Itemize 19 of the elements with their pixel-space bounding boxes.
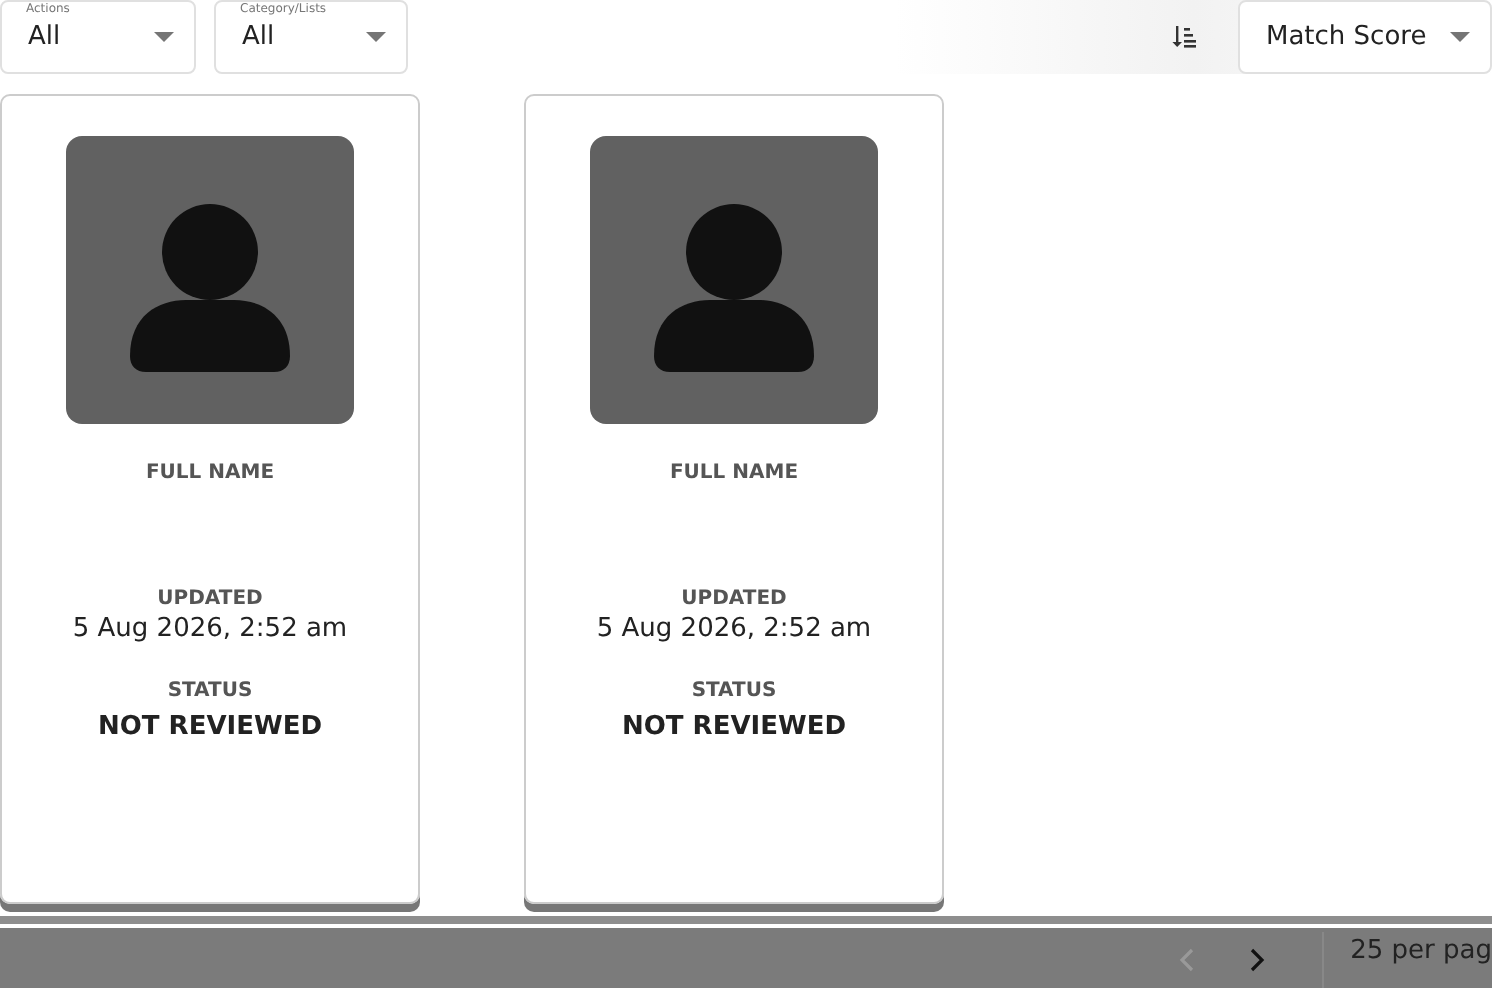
caret-icon [154, 32, 174, 42]
per-page-select[interactable]: 25 per pag [1322, 932, 1492, 988]
avatar-icon [590, 136, 878, 424]
updated-label: UPDATED [681, 588, 787, 610]
sort-select[interactable]: Match Score [1238, 0, 1492, 74]
status-label: STATUS [167, 680, 253, 702]
status-label: STATUS [691, 680, 777, 702]
name-label: FULL NAME [669, 462, 799, 484]
updated-date: 5 Aug 2026, 2:52 am [72, 614, 348, 644]
caret-icon [366, 32, 386, 42]
sort-icon[interactable] [1172, 24, 1196, 48]
status-value: NOT REVIEWED [621, 712, 846, 742]
next-page-icon[interactable] [1250, 948, 1267, 972]
updated-label: UPDATED [157, 588, 263, 610]
updated-date: 5 Aug 2026, 2:52 am [596, 614, 872, 644]
name-label: FULL NAME [145, 462, 275, 484]
caret-icon [1450, 32, 1470, 42]
avatar-icon [66, 136, 354, 424]
status-value: NOT REVIEWED [97, 712, 322, 742]
